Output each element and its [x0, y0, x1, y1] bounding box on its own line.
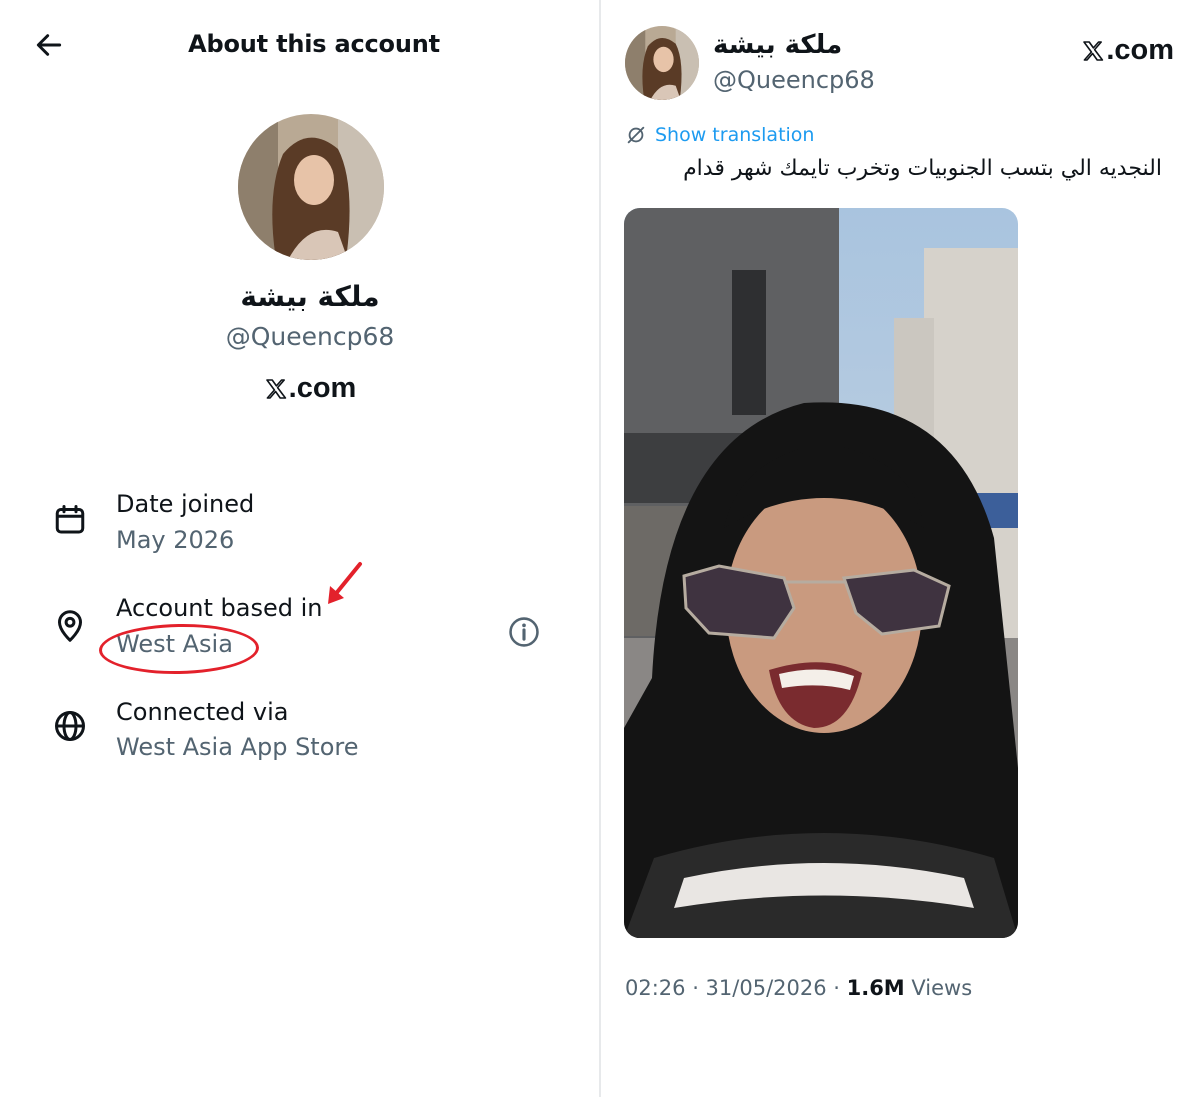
show-translation-label: Show translation: [655, 124, 815, 146]
tweet-timestamp[interactable]: 02:26 · 31/05/2026 ·: [625, 976, 847, 1000]
site-label: .com: [288, 372, 357, 404]
views-count: 1.6M: [846, 976, 905, 1000]
views-label: Views: [904, 976, 973, 1000]
account-based-in-label: Account based in: [116, 594, 323, 622]
connected-via-label: Connected via: [116, 698, 289, 726]
x-logo-icon: [1083, 40, 1104, 61]
x-com-logo: .com: [1081, 34, 1174, 67]
connected-via-row: Connected via West Asia App Store: [50, 698, 550, 768]
x-com-logo: .com: [0, 372, 620, 405]
tweet-avatar[interactable]: [625, 26, 699, 100]
site-label: .com: [1106, 34, 1174, 66]
tweet-panel: ملكة بيشة @Queencp68 .com Show translati…: [601, 0, 1200, 1097]
show-translation-link[interactable]: Show translation: [625, 124, 814, 146]
connected-via-value: West Asia App Store: [116, 733, 359, 761]
tweet-media-image[interactable]: [624, 208, 1018, 938]
calendar-icon: [50, 500, 90, 540]
x-logo-icon: [265, 378, 286, 399]
red-arrow-annotation: [328, 562, 362, 604]
page-title: About this account: [188, 30, 440, 58]
tweet-display-name[interactable]: ملكة بيشة: [713, 30, 842, 60]
display-name: ملكة بيشة: [240, 280, 380, 313]
user-handle: @Queencp68: [225, 322, 395, 351]
tweet-text: النجديه الي بتسب الجنوبيات وتخرب تايمك ش…: [683, 156, 1162, 181]
location-pin-icon: [50, 606, 90, 646]
avatar[interactable]: [238, 114, 384, 260]
about-account-panel: About this account ملكة بيشة @Queencp68 …: [0, 0, 599, 1097]
globe-icon: [50, 706, 90, 746]
date-joined-value: May 2026: [116, 526, 235, 554]
date-joined-row: Date joined May 2026: [50, 490, 550, 560]
tweet-user-handle[interactable]: @Queencp68: [713, 66, 875, 94]
info-icon: [509, 617, 539, 647]
date-joined-label: Date joined: [116, 490, 255, 518]
info-button[interactable]: [506, 614, 542, 650]
translate-icon: [627, 126, 645, 144]
tweet-meta: 02:26 · 31/05/2026 · 1.6M Views: [625, 976, 972, 1000]
